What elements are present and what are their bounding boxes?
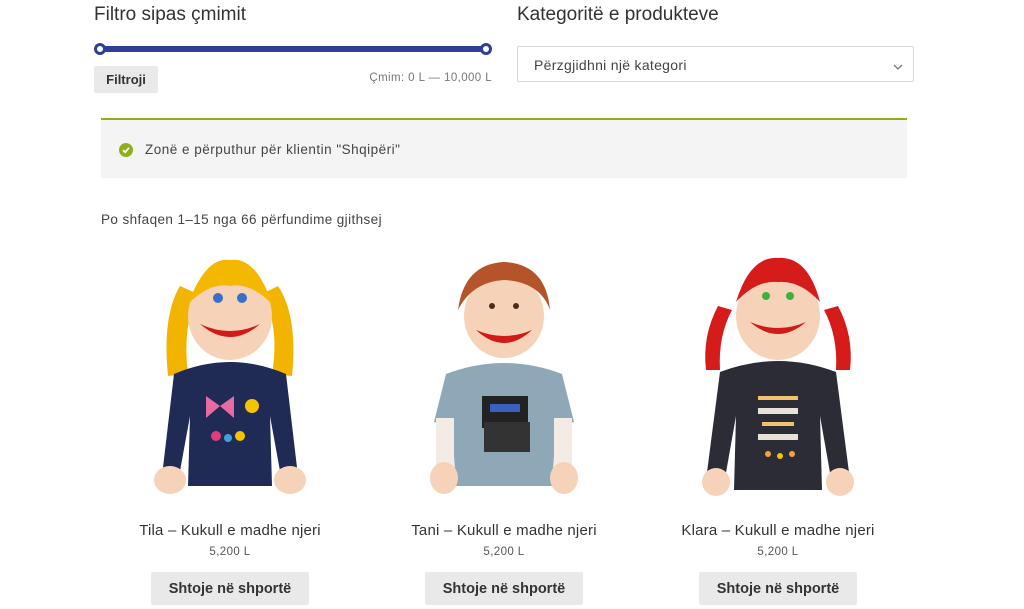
product-card: Tila – Kukull e madhe njeri 5,200 L Shto… bbox=[110, 246, 350, 605]
chevron-down-icon bbox=[893, 59, 903, 70]
add-to-cart-button[interactable]: Shtoje në shportë bbox=[699, 572, 857, 605]
product-price: 5,200 L bbox=[757, 546, 799, 558]
product-image[interactable] bbox=[384, 246, 624, 508]
product-card: Tani – Kukull e madhe njeri 5,200 L Shto… bbox=[384, 246, 624, 605]
notice-message: Zonë e përputhur për klientin "Shqipëri" bbox=[145, 142, 401, 157]
slider-track[interactable] bbox=[100, 46, 486, 52]
slider-max-handle[interactable] bbox=[480, 43, 492, 55]
product-image[interactable] bbox=[658, 246, 898, 508]
product-price: 5,200 L bbox=[483, 546, 525, 558]
add-to-cart-button[interactable]: Shtoje në shportë bbox=[151, 572, 309, 605]
price-filter-title: Filtro sipas çmimit bbox=[94, 4, 247, 25]
shipping-zone-notice: Zonë e përputhur për klientin "Shqipëri" bbox=[101, 118, 907, 178]
check-circle-icon bbox=[119, 143, 133, 157]
result-count: Po shfaqen 1–15 nga 66 përfundime gjiths… bbox=[101, 212, 382, 227]
category-select[interactable]: Përzgjidhni një kategori bbox=[517, 46, 914, 82]
product-image[interactable] bbox=[110, 246, 350, 508]
product-name[interactable]: Tani – Kukull e madhe njeri bbox=[384, 522, 624, 539]
product-name[interactable]: Tila – Kukull e madhe njeri bbox=[110, 522, 350, 539]
filter-button[interactable]: Filtroji bbox=[94, 66, 158, 93]
category-select-placeholder: Përzgjidhni një kategori bbox=[534, 57, 687, 73]
product-price: 5,200 L bbox=[209, 546, 251, 558]
product-name[interactable]: Klara – Kukull e madhe njeri bbox=[658, 522, 898, 539]
price-range-slider[interactable] bbox=[94, 41, 492, 57]
category-filter-title: Kategoritë e produkteve bbox=[517, 4, 719, 25]
slider-min-handle[interactable] bbox=[94, 43, 106, 55]
product-card: Klara – Kukull e madhe njeri 5,200 L Sht… bbox=[658, 246, 898, 605]
add-to-cart-button[interactable]: Shtoje në shportë bbox=[425, 572, 583, 605]
price-range-label: Çmim: 0 L — 10,000 L bbox=[369, 72, 492, 84]
